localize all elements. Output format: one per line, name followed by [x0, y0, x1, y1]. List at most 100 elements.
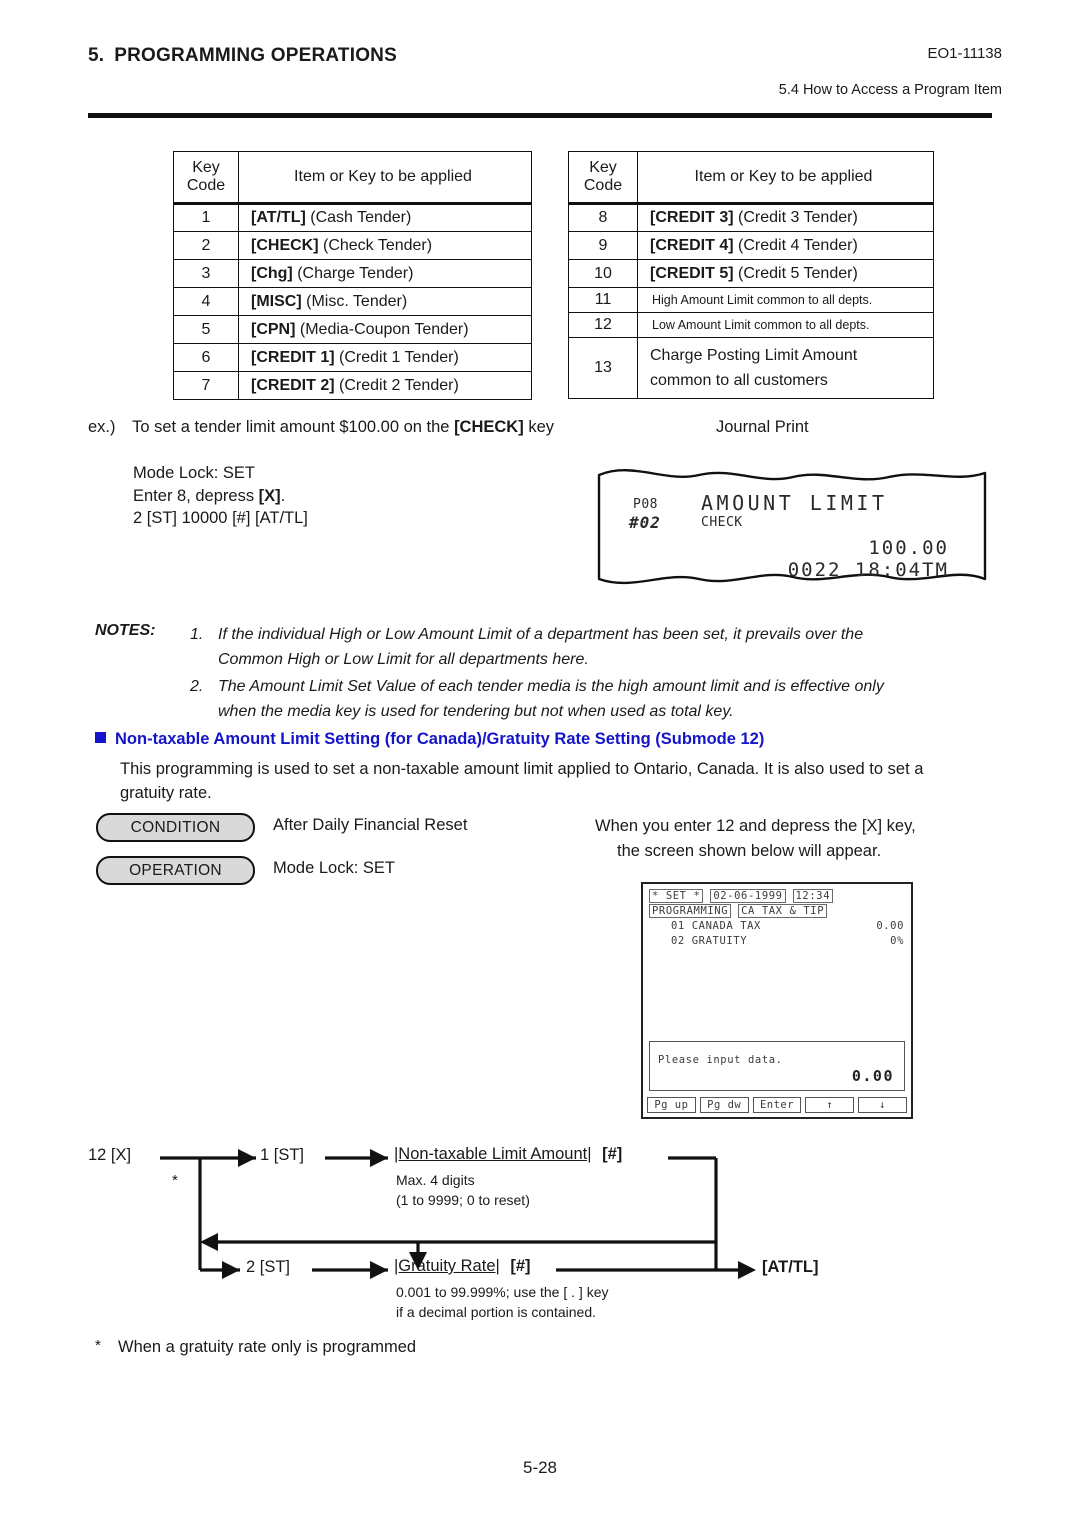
- key-desc: (Credit 2 Tender): [339, 376, 459, 394]
- submode-heading-text: Non-taxable Amount Limit Setting (for Ca…: [115, 730, 765, 748]
- receipt-counter-time: 0022 18:04TM: [787, 559, 949, 581]
- header-key-code: Key Code: [568, 151, 638, 205]
- cell-code: 11: [568, 287, 638, 313]
- flow-connectors: [160, 1149, 756, 1279]
- flow-end-attl: [AT/TL]: [762, 1258, 819, 1276]
- cell-code: 6: [173, 343, 239, 372]
- note-text: The Amount Limit Set Value of each tende…: [218, 678, 884, 720]
- cell-item: [CREDIT 3] (Credit 3 Tender): [637, 203, 934, 232]
- flow-step-2-st: 2 [ST]: [246, 1258, 291, 1276]
- key-name: [CREDIT 1]: [251, 348, 335, 366]
- submode-description: This programming is used to set a non-ta…: [120, 760, 924, 802]
- header-item-key: Item or Key to be applied: [238, 151, 532, 205]
- condition-badge: CONDITION: [96, 813, 255, 842]
- lcd-key-arrow-up-icon[interactable]: ↑: [805, 1097, 855, 1113]
- cell-item-line1: Charge Posting Limit Amount: [650, 347, 858, 364]
- lcd-list-item[interactable]: 02 GRATUITY 0%: [649, 935, 904, 947]
- lcd-tag-programming: PROGRAMMING: [649, 904, 732, 918]
- arrowhead: [370, 1261, 388, 1279]
- operation-badge: OPERATION: [96, 856, 255, 885]
- page-number: 5-28: [522, 1458, 558, 1477]
- lcd-time: 12:34: [792, 889, 834, 903]
- key-name: [CHECK]: [251, 236, 319, 254]
- cell-code: 8: [568, 203, 638, 232]
- key-code-table-left: Key Code Item or Key to be applied 1 [AT…: [173, 151, 532, 400]
- table-row: 7 [CREDIT 2] (Credit 2 Tender): [173, 371, 532, 400]
- section-number: 5.: [88, 45, 105, 66]
- footnote-text: When a gratuity rate only is programmed: [118, 1338, 417, 1356]
- key-name: [MISC]: [251, 292, 302, 310]
- lcd-key-page-down[interactable]: Pg dw: [699, 1097, 749, 1113]
- receipt-program-code: P08: [633, 497, 658, 512]
- receipt-media: CHECK: [701, 515, 743, 530]
- key-name: [CREDIT 2]: [251, 376, 335, 394]
- notes-list: 1. If the individual High or Low Amount …: [190, 622, 990, 726]
- example-step-modelock: Mode Lock: SET: [133, 464, 255, 482]
- subsection-label: 5.4 How to Access a Program Item: [778, 82, 1002, 98]
- note-item: 1. If the individual High or Low Amount …: [190, 622, 990, 672]
- cell-item: [CREDIT 2] (Credit 2 Tender): [238, 371, 532, 400]
- arrowhead: [200, 1233, 218, 1251]
- note-number: 2.: [190, 678, 204, 695]
- table-row: 11 High Amount Limit common to all depts…: [568, 287, 934, 313]
- header-key-code: Key Code: [173, 151, 239, 205]
- receipt-title: AMOUNT LIMIT: [701, 491, 888, 515]
- lcd-tag-submode: CA TAX & TIP: [738, 904, 828, 918]
- flow-step-2-notes: 0.001 to 99.999%; use the [ . ] key if a…: [396, 1284, 609, 1320]
- table-row: 12 Low Amount Limit common to all depts.: [568, 312, 934, 338]
- operation-text: Mode Lock: SET: [273, 859, 395, 877]
- key-name: [AT/TL]: [251, 209, 306, 226]
- lcd-key-enter[interactable]: Enter: [752, 1097, 802, 1113]
- lcd-list-item[interactable]: 01 CANADA TAX 0.00: [649, 920, 904, 932]
- cell-code: 12: [568, 312, 638, 338]
- arrowhead: [238, 1149, 256, 1167]
- key-name: [CREDIT 3]: [650, 209, 734, 226]
- table-row: 2 [CHECK] (Check Tender): [173, 231, 532, 260]
- key-name: [Chg]: [251, 264, 293, 282]
- cell-code: 10: [568, 259, 638, 288]
- table-row: 4 [MISC] (Misc. Tender): [173, 287, 532, 316]
- key-desc: (Check Tender): [323, 236, 433, 254]
- flow-step-1-st: 1 [ST]: [260, 1146, 305, 1164]
- lcd-status-bar: * SET * 02-06-1999 12:34: [649, 889, 834, 903]
- lcd-key-page-up[interactable]: Pg up: [647, 1097, 696, 1113]
- key-desc: (Credit 3 Tender): [738, 209, 858, 226]
- key-desc: (Credit 5 Tender): [738, 264, 858, 282]
- cell-item: Low Amount Limit common to all depts.: [637, 312, 934, 338]
- cell-item: [MISC] (Misc. Tender): [238, 287, 532, 316]
- key-desc: (Media-Coupon Tender): [299, 320, 469, 338]
- note-number: 1.: [190, 626, 204, 643]
- example-step-sequence: 2 [ST] 10000 [#] [AT/TL]: [133, 509, 308, 527]
- receipt-hash-code: #02: [629, 513, 661, 532]
- key-name: [CPN]: [251, 320, 296, 338]
- key-desc: (Misc. Tender): [306, 292, 408, 310]
- example-prefix: ex.): [88, 418, 116, 436]
- table-row: 5 [CPN] (Media-Coupon Tender): [173, 315, 532, 344]
- lcd-date: 02-06-1999: [710, 889, 786, 903]
- cell-item-line2: common to all customers: [650, 372, 828, 389]
- bullet-square-icon: [95, 732, 106, 743]
- lcd-input-panel[interactable]: Please input data. 0.00: [649, 1041, 905, 1091]
- page-canvas: 5. PROGRAMMING OPERATIONS EO1-11138 5.4 H…: [0, 0, 1080, 1525]
- lcd-item-label: 02 GRATUITY: [671, 935, 748, 947]
- operation-flow-diagram: 12 [X] * 1 [ST] |Non-taxable Limit Amoun…: [88, 1132, 992, 1372]
- lcd-item-value: 0.00: [876, 920, 904, 932]
- flow-start: 12 [X]: [88, 1146, 132, 1164]
- lcd-item-label: 01 CANADA TAX: [671, 920, 761, 932]
- arrowhead: [370, 1149, 388, 1167]
- arrowhead: [738, 1261, 756, 1279]
- key-code-table-right: Key Code Item or Key to be applied 8 [CR…: [568, 151, 934, 399]
- key-desc: (Cash Tender): [310, 209, 412, 226]
- lcd-key-arrow-down-icon[interactable]: ↓: [858, 1097, 907, 1113]
- example-text-b: key: [523, 418, 554, 436]
- arrowhead: [222, 1261, 240, 1279]
- cell-item: [CREDIT 4] (Credit 4 Tender): [637, 231, 934, 260]
- key-desc: (Charge Tender): [297, 264, 414, 282]
- table-row: 6 [CREDIT 1] (Credit 1 Tender): [173, 343, 532, 372]
- lcd-screen: * SET * 02-06-1999 12:34 PROGRAMMING CA …: [641, 882, 913, 1119]
- cell-code: 5: [173, 315, 239, 344]
- cell-item: Charge Posting Limit Amount common to al…: [637, 337, 934, 399]
- note-text: If the individual High or Low Amount Lim…: [218, 626, 864, 668]
- table-row: 8 [CREDIT 3] (Credit 3 Tender): [568, 203, 934, 232]
- journal-print-label: Journal Print: [716, 418, 809, 436]
